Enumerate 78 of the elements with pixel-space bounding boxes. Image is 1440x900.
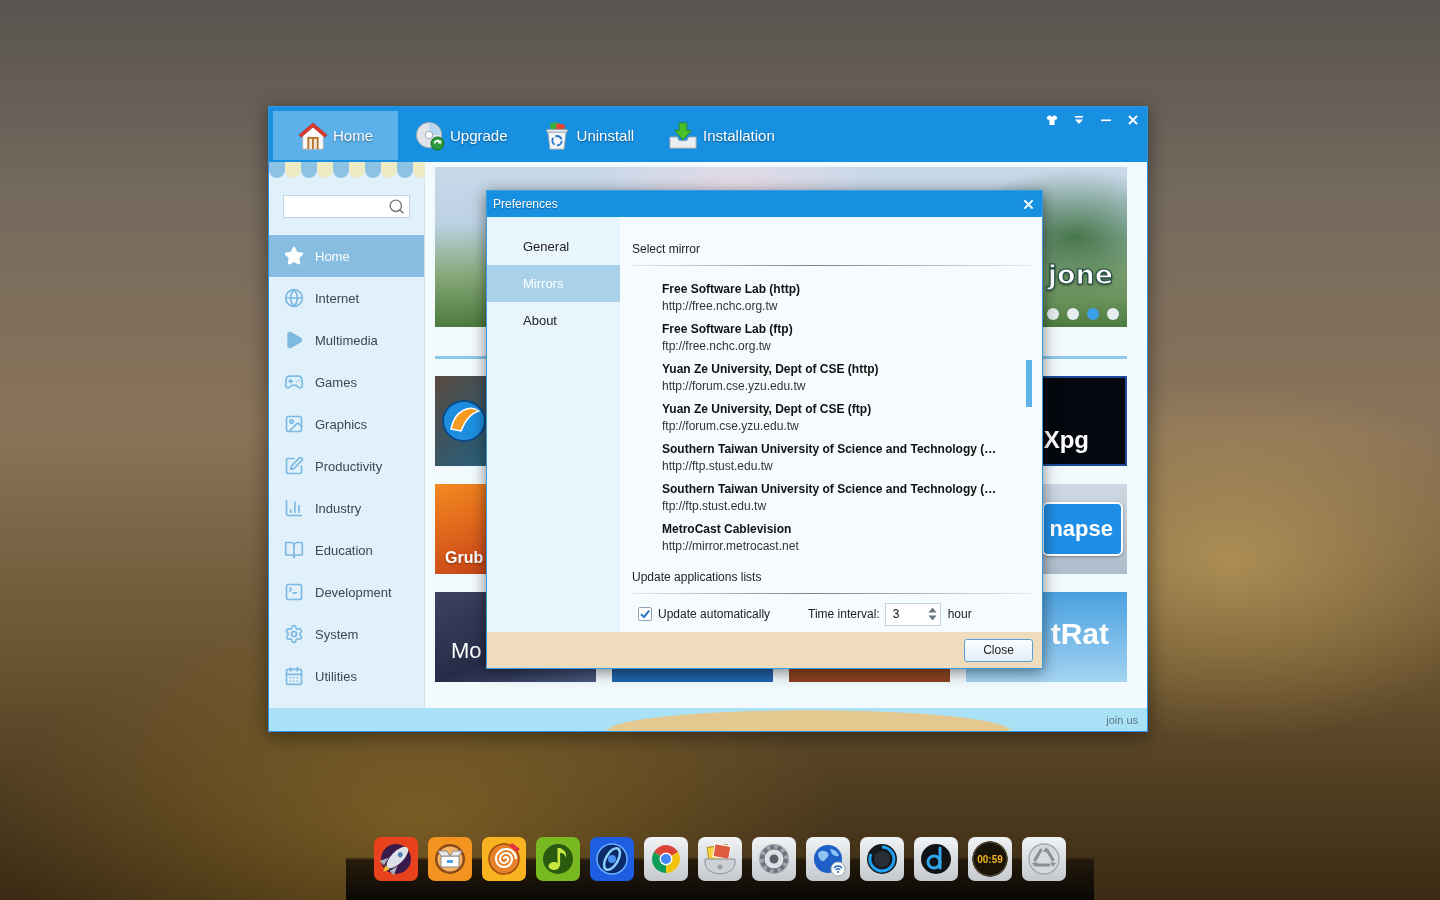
sidebar-item[interactable]: Games xyxy=(269,361,424,403)
close-icon[interactable] xyxy=(1127,114,1139,126)
terminal-icon xyxy=(284,582,304,602)
sidebar-item[interactable]: Utilities xyxy=(269,655,424,697)
mirror-url: http://free.nchc.org.tw xyxy=(662,298,778,315)
folder-icon[interactable] xyxy=(698,837,742,881)
checkbox-label: Update automatically xyxy=(658,607,771,621)
browser-icon[interactable] xyxy=(644,837,688,881)
carousel-dot[interactable] xyxy=(1087,308,1099,320)
banner-title: jone xyxy=(1047,258,1114,292)
interval-spinbox[interactable]: 3 xyxy=(884,602,941,626)
sidebar-item[interactable]: Graphics xyxy=(269,403,424,445)
search-icon[interactable] xyxy=(388,198,405,215)
calendar-icon xyxy=(284,666,304,686)
mirror-name[interactable]: Yuan Ze University, Dept of CSE (ftp) xyxy=(662,401,872,418)
dropdown-icon[interactable] xyxy=(1073,114,1085,126)
interval-label: Time interval: xyxy=(808,607,880,621)
mirror-name[interactable]: Yuan Ze University, Dept of CSE (http) xyxy=(662,361,879,378)
close-button[interactable]: Close xyxy=(964,638,1033,662)
book-icon xyxy=(284,540,304,560)
app-banner-title: tRat xyxy=(1050,616,1109,652)
shirt-icon[interactable] xyxy=(1046,114,1058,126)
checkbox[interactable] xyxy=(638,607,652,621)
mirror-name[interactable]: MetroCast Cablevision xyxy=(662,521,792,538)
app-banner-title: Mo xyxy=(451,638,482,664)
dial-icon[interactable] xyxy=(860,837,904,881)
box-icon[interactable] xyxy=(428,837,472,881)
house-icon xyxy=(298,120,328,151)
search-field[interactable] xyxy=(283,195,410,218)
app-banner-title: napse xyxy=(1042,502,1123,556)
globe-wifi-icon[interactable] xyxy=(806,837,850,881)
disc-icon xyxy=(415,120,445,151)
mirror-url: ftp://forum.cse.yzu.edu.tw xyxy=(662,418,799,435)
sidebar-item[interactable]: Education xyxy=(269,529,424,571)
sidebar-item[interactable]: Productivity xyxy=(269,445,424,487)
mirror-url: ftp://ftp.stust.edu.tw xyxy=(662,498,767,515)
spiral-icon[interactable] xyxy=(482,837,526,881)
music-note-icon[interactable] xyxy=(536,837,580,881)
carousel-dot[interactable] xyxy=(1107,308,1119,320)
mirror-url: ftp://free.nchc.org.tw xyxy=(662,338,771,355)
sidebar-item[interactable]: Internet xyxy=(269,277,424,319)
carousel-dot[interactable] xyxy=(1067,308,1079,320)
sidebar-item[interactable]: Industry xyxy=(269,487,424,529)
mirror-name[interactable]: Free Software Lab (ftp) xyxy=(662,321,793,338)
recycle-icon[interactable] xyxy=(1022,837,1066,881)
sidebar-item[interactable]: System xyxy=(269,613,424,655)
close-icon[interactable] xyxy=(1023,198,1034,210)
gamepad-icon xyxy=(284,372,304,392)
join-link[interactable]: join us xyxy=(1106,713,1138,726)
section-heading: Select mirror xyxy=(632,241,701,257)
nav-item[interactable]: About xyxy=(487,302,620,339)
sidebar-item[interactable]: Development xyxy=(269,571,424,613)
play-icon xyxy=(284,330,304,350)
mirror-url: http://mirror.metrocast.net xyxy=(662,538,799,555)
star-icon xyxy=(284,246,304,266)
sidebar-item[interactable]: Multimedia xyxy=(269,319,424,361)
bar-chart-icon xyxy=(284,498,304,518)
tray-download-icon xyxy=(668,120,699,151)
rocket-icon[interactable] xyxy=(374,837,418,881)
gear-icon[interactable] xyxy=(752,837,796,881)
carousel-dot[interactable] xyxy=(1047,308,1059,320)
clock-button[interactable]: 00:59 xyxy=(968,837,1012,881)
gear-icon xyxy=(284,624,304,644)
caret-down-icon[interactable] xyxy=(927,615,937,621)
d-logo-icon[interactable] xyxy=(914,837,958,881)
mirror-url: http://ftp.stust.edu.tw xyxy=(662,458,773,475)
app-banner-title: Xpg xyxy=(1043,426,1089,454)
mirror-url: http://forum.cse.yzu.edu.tw xyxy=(662,378,806,395)
caret-up-icon[interactable] xyxy=(927,607,937,613)
section-heading: Update applications lists xyxy=(632,569,763,585)
image-icon xyxy=(284,414,304,434)
dialog-title: Preferences xyxy=(493,197,558,211)
edit-icon xyxy=(284,456,304,476)
globe-icon xyxy=(284,288,304,308)
scrollbar-thumb[interactable] xyxy=(1026,360,1032,407)
mirror-name[interactable]: Free Software Lab (http) xyxy=(662,281,800,298)
app-banner-title: Grub xyxy=(445,548,484,567)
nav-item[interactable]: General xyxy=(487,228,620,265)
